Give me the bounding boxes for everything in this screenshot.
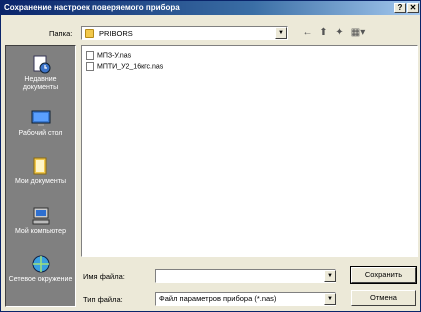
view-menu-icon[interactable]: ▦▾ <box>349 27 367 39</box>
place-my-documents[interactable]: Мои документы <box>6 156 75 186</box>
place-recent-documents[interactable]: Недавние документы <box>6 54 75 92</box>
place-label: Недавние документы <box>22 76 59 91</box>
help-button[interactable]: ? <box>394 3 406 13</box>
place-label: Мои документы <box>14 178 66 185</box>
list-item[interactable]: МПЗ-У.nas <box>86 51 131 61</box>
file-icon <box>86 51 94 60</box>
filename-label: Имя файла: <box>83 272 125 281</box>
title-bar[interactable]: Сохранение настроек поверяемого прибора … <box>1 1 420 15</box>
places-bar: Недавние документы Рабочий стол Мои доку… <box>5 45 76 307</box>
chevron-down-icon[interactable]: ▼ <box>275 27 287 39</box>
folder-combobox[interactable]: PRIBORS ▼ <box>81 26 288 40</box>
my-computer-icon <box>32 207 49 225</box>
filetype-select[interactable]: Файл параметров прибора (*.nas) <box>155 292 336 306</box>
desktop-icon <box>31 110 50 126</box>
cancel-button[interactable]: Отмена <box>351 290 416 306</box>
filename-input[interactable] <box>155 269 336 283</box>
up-folder-icon[interactable]: ⬆ <box>317 27 330 39</box>
file-name: МПЗ-У.nas <box>97 52 132 60</box>
folder-value: PRIBORS <box>99 29 133 38</box>
filetype-label: Тип файла: <box>83 295 123 304</box>
file-list[interactable]: МПЗ-У.nas МПТИ_У2_16кгс.nas <box>81 45 418 257</box>
chevron-down-icon[interactable]: ▼ <box>324 270 336 282</box>
place-label: Рабочий стол <box>18 130 63 137</box>
new-folder-icon[interactable]: ✦ <box>333 27 346 39</box>
back-icon[interactable]: ← <box>301 27 314 39</box>
file-icon <box>86 62 94 71</box>
place-label: Сетевое окружение <box>8 276 73 283</box>
place-label: Мой компьютер <box>15 228 66 235</box>
chevron-down-icon[interactable]: ▼ <box>324 293 336 305</box>
place-network[interactable]: Сетевое окружение <box>6 254 75 284</box>
place-my-computer[interactable]: Мой компьютер <box>6 206 75 236</box>
save-settings-dialog: Сохранение настроек поверяемого прибора … <box>0 0 421 312</box>
my-documents-icon <box>33 157 46 175</box>
window-title: Сохранение настроек поверяемого прибора <box>4 3 180 12</box>
file-name: МПТИ_У2_16кгс.nas <box>97 63 164 71</box>
folder-icon <box>85 29 94 38</box>
list-item[interactable]: МПТИ_У2_16кгс.nas <box>86 62 163 72</box>
place-desktop[interactable]: Рабочий стол <box>6 108 75 138</box>
close-button[interactable]: ✕ <box>407 3 419 13</box>
recent-documents-icon <box>33 55 50 74</box>
save-button[interactable]: Сохранить <box>350 266 417 284</box>
folder-label: Папка: <box>49 29 73 38</box>
network-icon <box>32 255 49 273</box>
